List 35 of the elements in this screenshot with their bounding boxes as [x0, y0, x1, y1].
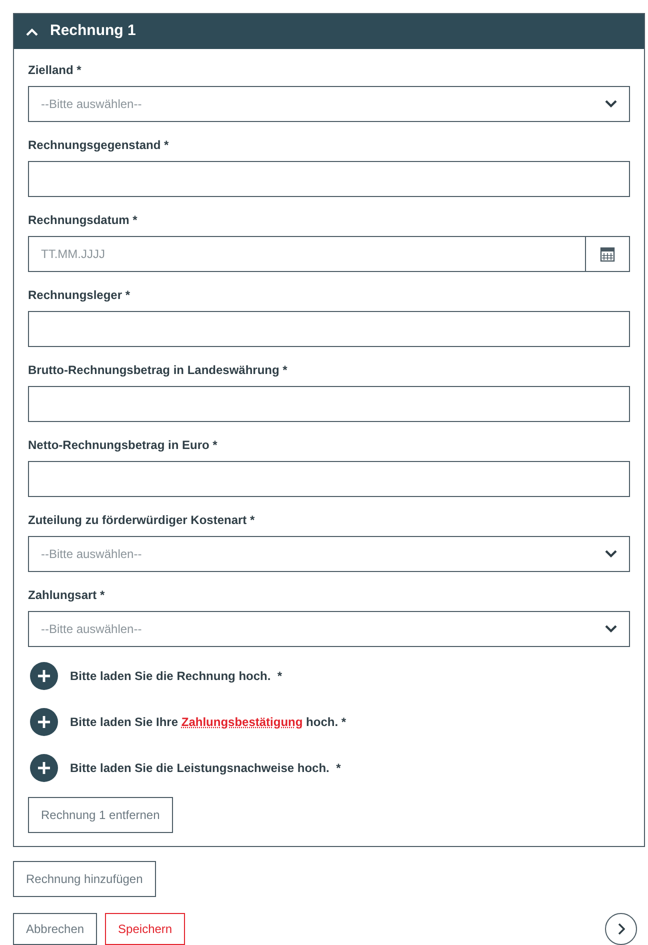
field-label: Rechnungsgegenstand *	[28, 137, 170, 153]
select-field[interactable]: --Bitte auswählen--	[28, 611, 630, 647]
link[interactable]: Zahlungsbestätigung	[181, 715, 303, 729]
upload-instruction: Bitte laden Sie die Rechnung hoch. *	[70, 668, 282, 685]
save-button[interactable]: Speichern	[105, 913, 186, 945]
remove-invoice-button[interactable]: Rechnung 1 entfernen	[28, 797, 173, 833]
add-icon[interactable]	[30, 754, 58, 782]
upload-instruction: Bitte laden Sie die Leistungsnachweise hoch. *	[70, 760, 341, 777]
next-button[interactable]	[605, 913, 637, 945]
add-icon[interactable]	[30, 662, 58, 690]
add-invoice-button[interactable]: Rechnung hinzufügen	[13, 861, 156, 897]
chevron-down-icon	[605, 625, 617, 633]
chevron-right-icon	[617, 923, 625, 935]
add-icon[interactable]	[30, 708, 58, 736]
input-field[interactable]	[28, 311, 630, 347]
field-label: Rechnungsdatum *	[28, 212, 138, 228]
calendar-button[interactable]	[586, 236, 630, 272]
input-field[interactable]	[28, 461, 630, 497]
upload-instruction: Bitte laden Sie Ihre Zahlungsbestätigung hoch. *	[70, 714, 346, 731]
calendar-icon	[600, 246, 615, 262]
chevron-down-icon	[605, 550, 617, 558]
select-field[interactable]: --Bitte auswählen--	[28, 536, 630, 572]
field-label: Zahlungsart *	[28, 587, 106, 603]
date-field[interactable]: TT.MM.JJJJ	[28, 236, 586, 272]
chevron-down-icon	[605, 100, 617, 108]
field-label: Brutto-Rechnungsbetrag in Landeswährung *	[28, 362, 288, 378]
input-field[interactable]	[28, 161, 630, 197]
input-field[interactable]	[28, 386, 630, 422]
field-label: Netto-Rechnungsbetrag in Euro *	[28, 437, 218, 453]
select-field[interactable]: --Bitte auswählen--	[28, 86, 630, 122]
cancel-button[interactable]: Abbrechen	[13, 913, 98, 945]
field-label: Rechnungsleger *	[28, 287, 132, 303]
field-label: Zuteilung zu förderwürdiger Kostenart *	[28, 512, 256, 528]
panel-header[interactable]: Rechnung 1	[14, 14, 644, 49]
field-label: Zielland *	[28, 62, 82, 78]
